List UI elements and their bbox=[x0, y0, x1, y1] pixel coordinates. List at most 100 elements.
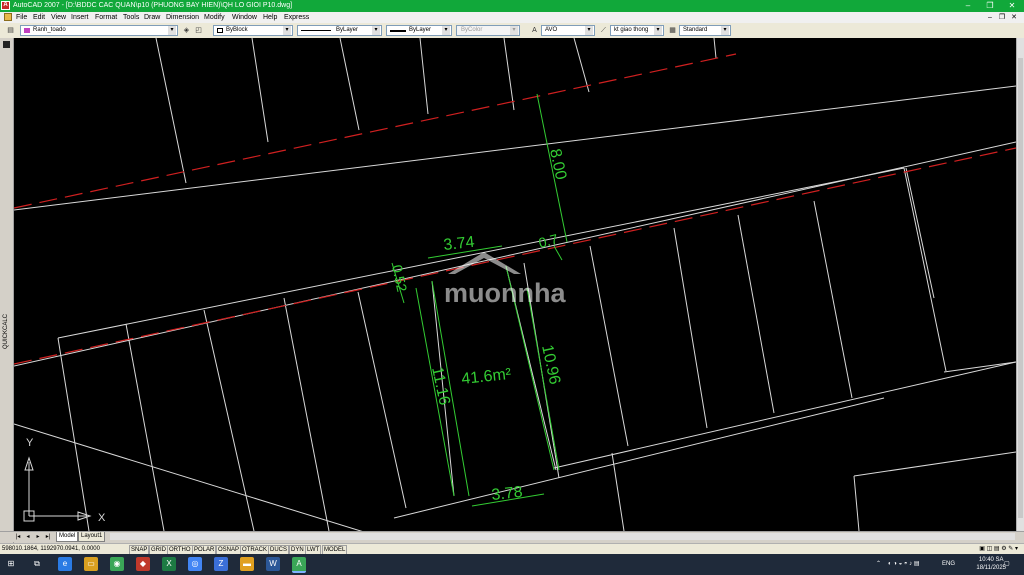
edge-browser-icon[interactable]: e bbox=[58, 557, 72, 571]
ucs-y-label: Y bbox=[26, 437, 34, 449]
lineweight-preview bbox=[390, 30, 406, 32]
clock-date: 18/11/2025 bbox=[976, 565, 1006, 571]
word-icon[interactable]: W bbox=[266, 557, 280, 571]
lineweight-dropdown[interactable]: ByLayer ▾ bbox=[386, 25, 452, 36]
last-tab-button[interactable]: ▸| bbox=[44, 533, 52, 541]
dimension-extension bbox=[553, 245, 563, 261]
tray-app-icons[interactable]: ◐ ◑ ◒ ◓ ♪ ▤ bbox=[888, 559, 920, 569]
chevron-down-icon[interactable]: ▾ bbox=[168, 26, 176, 35]
document-icon[interactable] bbox=[4, 13, 12, 21]
menu-dimension[interactable]: Dimension bbox=[166, 13, 199, 22]
ucs-x-label: X bbox=[98, 512, 106, 524]
drawing-minimize-button[interactable]: – bbox=[985, 13, 995, 22]
menu-modify[interactable]: Modify bbox=[204, 13, 225, 22]
chevron-down-icon[interactable]: ▾ bbox=[585, 26, 593, 35]
vertical-scrollbar[interactable] bbox=[1016, 38, 1024, 531]
tab-layout1[interactable]: Layout1 bbox=[78, 532, 106, 542]
dimension-style-dropdown[interactable]: kt giao thong ▾ bbox=[610, 25, 664, 36]
text-style-dropdown[interactable]: AVO ▾ bbox=[541, 25, 595, 36]
start-icon[interactable]: ⊞ bbox=[4, 557, 18, 571]
menu-draw[interactable]: Draw bbox=[144, 13, 160, 22]
drawing-canvas[interactable]: muonnha 3.74 0.7 0.52 8.00 11.16 10.96 4… bbox=[14, 38, 1016, 531]
dim-top-width: 3.74 bbox=[443, 234, 476, 254]
lineweight-value: ByLayer bbox=[409, 27, 432, 33]
table-style-icon[interactable]: ▦ bbox=[668, 26, 677, 35]
drawing-restore-button[interactable]: ❐ bbox=[997, 13, 1007, 22]
task-view-icon[interactable]: ⧉ bbox=[30, 557, 44, 571]
menu-tools[interactable]: Tools bbox=[123, 13, 139, 22]
chrome-profile-icon[interactable]: ◎ bbox=[188, 557, 202, 571]
horizontal-scrollbar[interactable] bbox=[110, 533, 1015, 540]
chevron-down-icon: ▾ bbox=[510, 26, 518, 35]
file-explorer-icon[interactable]: ▭ bbox=[84, 557, 98, 571]
boundary-line bbox=[611, 452, 625, 531]
chevron-down-icon[interactable]: ▾ bbox=[372, 26, 380, 35]
previous-tab-button[interactable]: ◂ bbox=[24, 533, 32, 541]
minimize-button[interactable]: – bbox=[957, 0, 979, 12]
menu-window[interactable]: Window bbox=[232, 13, 257, 22]
boundary-line bbox=[905, 167, 935, 299]
close-button[interactable]: ✕ bbox=[1001, 0, 1023, 12]
boundary-line bbox=[57, 337, 90, 531]
zalo-icon[interactable]: Z bbox=[214, 557, 228, 571]
dim-top-right: 0.7 bbox=[537, 231, 560, 251]
boundary-line bbox=[125, 323, 165, 531]
window-title: AutoCAD 2007 - [D:\BDDC CAC QUAN\p10 (PH… bbox=[13, 2, 293, 9]
boundary-line bbox=[903, 167, 947, 372]
palette-grip[interactable] bbox=[3, 41, 10, 48]
boundary-line bbox=[853, 475, 860, 531]
dim-road: 8.00 bbox=[546, 147, 569, 181]
status-tray-icons[interactable]: ▣ ◫ ▤ ⚙ ✎ ▾ bbox=[979, 545, 1018, 554]
menu-help[interactable]: Help bbox=[263, 13, 277, 22]
autocad-app-icon[interactable]: A bbox=[1, 1, 10, 10]
vertical-scrollbar-thumb[interactable] bbox=[1018, 58, 1023, 518]
dim-left-depth: 11.16 bbox=[428, 365, 453, 407]
menu-edit[interactable]: Edit bbox=[33, 13, 45, 22]
menu-view[interactable]: View bbox=[51, 13, 66, 22]
menu-insert[interactable]: Insert bbox=[71, 13, 89, 22]
windows-taskbar: ⊞ ⧉ e ▭ ◉ ◆ X ◎ Z ▬ W A ⌃ ◐ ◑ ◒ ◓ ♪ ▤ EN… bbox=[0, 554, 1024, 575]
language-indicator[interactable]: ENG bbox=[942, 559, 955, 569]
coordinate-readout[interactable]: 598010.1864, 1192970.0941, 0.0000 bbox=[2, 545, 100, 554]
notification-icon[interactable]: ▢ bbox=[1004, 559, 1010, 569]
color-dropdown[interactable]: ByBlock ▾ bbox=[213, 25, 293, 36]
app-icon[interactable]: ◆ bbox=[136, 557, 150, 571]
menu-express[interactable]: Express bbox=[284, 13, 309, 22]
chevron-down-icon[interactable]: ▾ bbox=[654, 26, 662, 35]
restore-button[interactable]: ❐ bbox=[979, 0, 1001, 12]
layer-color-swatch bbox=[24, 28, 30, 33]
make-current-layer-icon[interactable]: ◈ bbox=[182, 26, 191, 35]
boundary-line bbox=[357, 291, 407, 509]
road-centerline bbox=[14, 147, 1016, 365]
chrome-icon[interactable]: ◉ bbox=[110, 557, 124, 571]
dimension-style-icon[interactable]: ⟋ bbox=[599, 26, 608, 35]
chevron-down-icon[interactable]: ▾ bbox=[721, 26, 729, 35]
text-style-icon[interactable]: A bbox=[530, 26, 539, 35]
boundary-line bbox=[339, 38, 360, 131]
quickcalc-label[interactable]: QUICKCALC bbox=[3, 309, 9, 349]
linetype-dropdown[interactable]: ByLayer ▾ bbox=[297, 25, 382, 36]
color-value: ByBlock bbox=[226, 27, 248, 33]
boundary-line bbox=[673, 227, 708, 429]
boundary-line bbox=[503, 38, 515, 111]
menu-file[interactable]: File bbox=[16, 13, 27, 22]
clock[interactable]: 10:40 SA 18/11/2025 bbox=[976, 556, 1006, 572]
linetype-preview bbox=[301, 30, 331, 31]
folder-icon[interactable]: ▬ bbox=[240, 557, 254, 571]
tray-overflow-icon[interactable]: ⌃ bbox=[876, 559, 881, 569]
linetype-value: ByLayer bbox=[336, 27, 359, 33]
autocad-taskbar-icon[interactable]: A bbox=[292, 557, 306, 573]
menu-format[interactable]: Format bbox=[95, 13, 117, 22]
dim-right-depth: 10.96 bbox=[538, 343, 563, 386]
first-tab-button[interactable]: |◂ bbox=[14, 533, 22, 541]
layer-previous-icon[interactable]: ◰ bbox=[194, 26, 203, 35]
drawing-close-button[interactable]: ✕ bbox=[1009, 13, 1019, 22]
table-style-dropdown[interactable]: Standard ▾ bbox=[679, 25, 731, 36]
tab-model[interactable]: Model bbox=[56, 532, 79, 542]
layer-dropdown[interactable]: Ranh_toado ▾ bbox=[20, 25, 178, 36]
layer-manager-icon[interactable]: ▤ bbox=[6, 26, 15, 35]
excel-icon[interactable]: X bbox=[162, 557, 176, 571]
chevron-down-icon[interactable]: ▾ bbox=[283, 26, 291, 35]
next-tab-button[interactable]: ▸ bbox=[34, 533, 42, 541]
chevron-down-icon[interactable]: ▾ bbox=[442, 26, 450, 35]
